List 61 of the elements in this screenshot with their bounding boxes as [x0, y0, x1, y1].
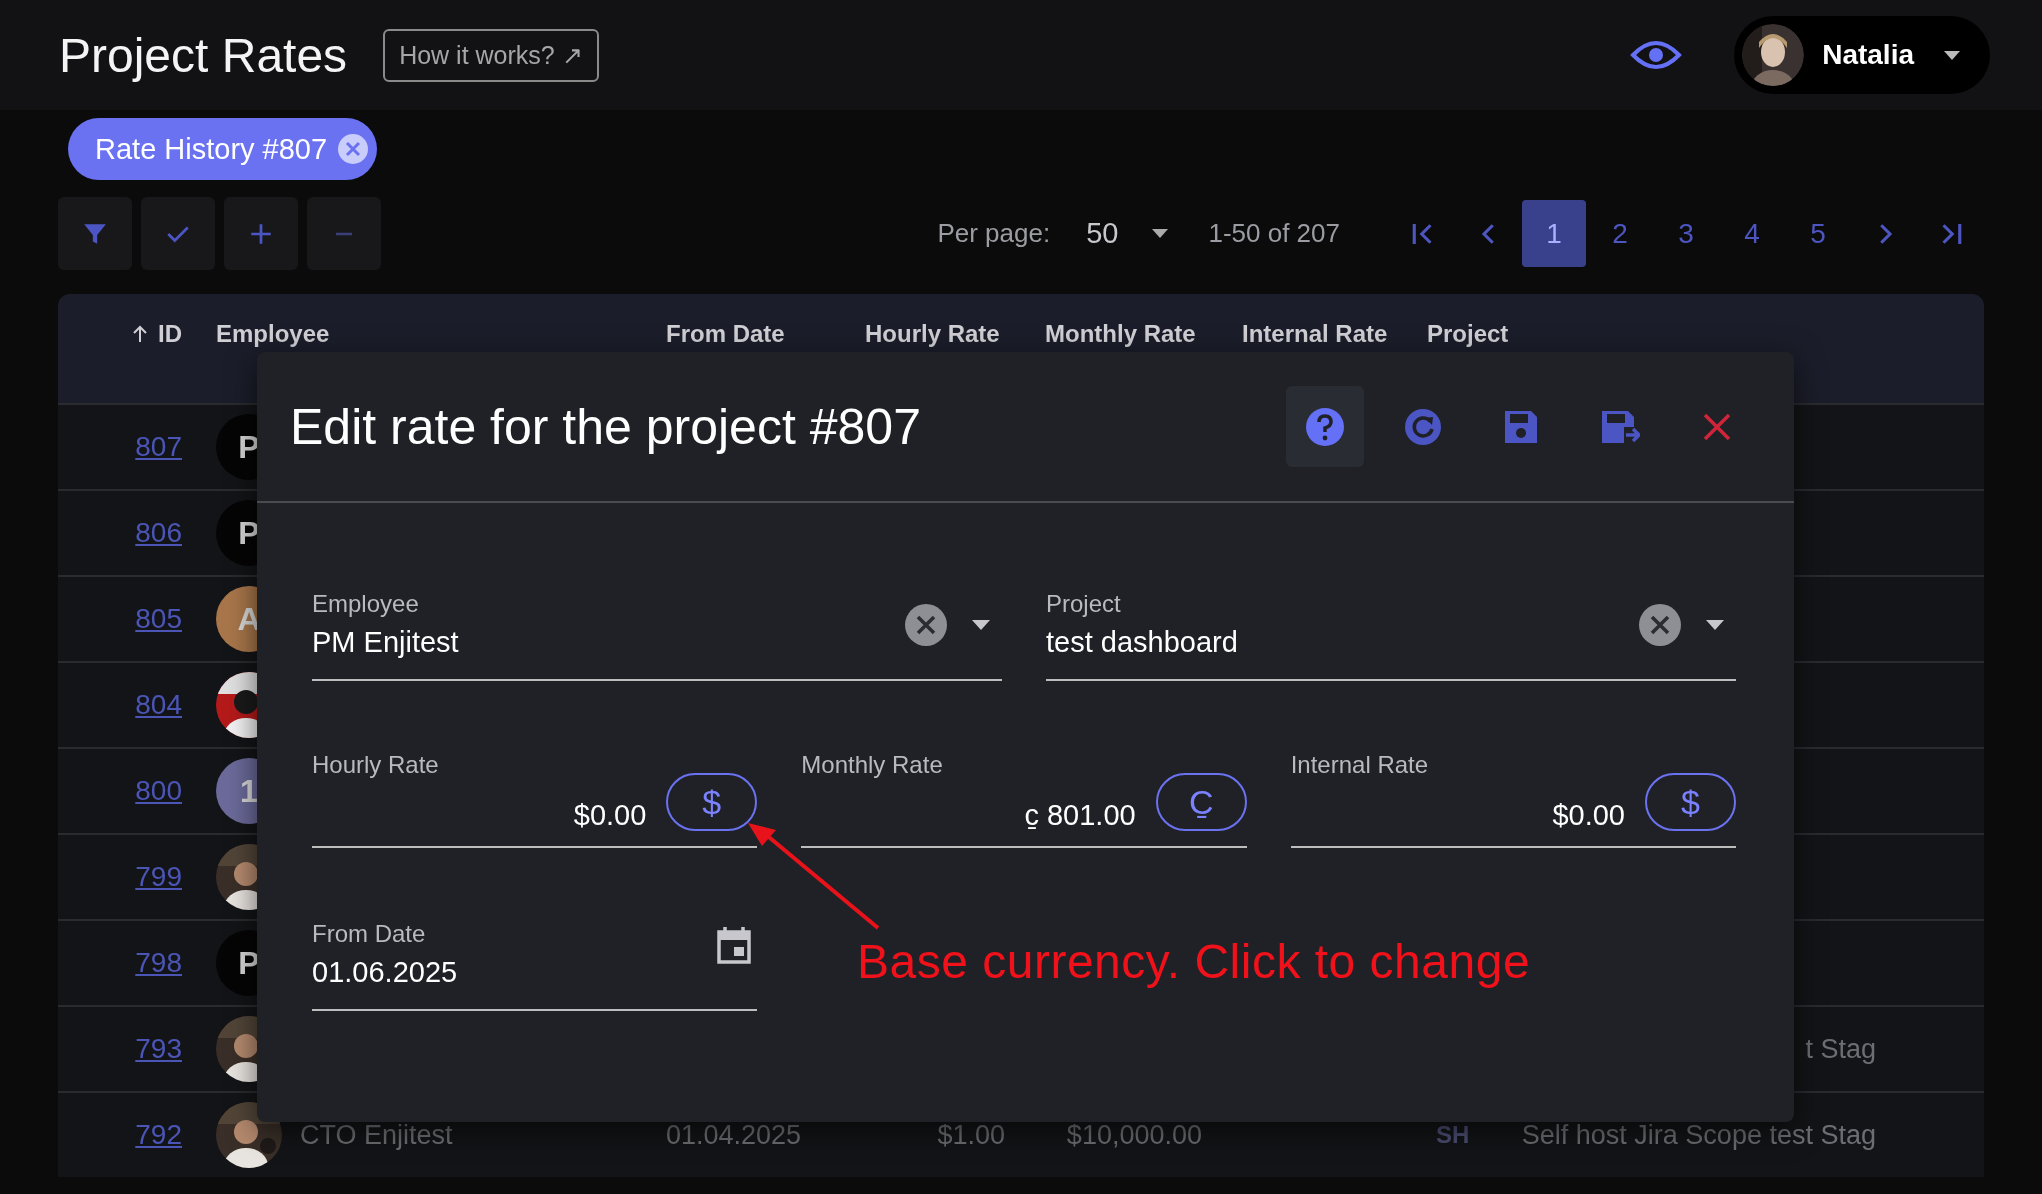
- caret-icon[interactable]: [972, 619, 990, 630]
- caret-icon: [1152, 229, 1169, 238]
- column-header[interactable]: Employee: [216, 320, 330, 348]
- id-link[interactable]: 805: [135, 603, 182, 635]
- page-button[interactable]: 2: [1588, 200, 1652, 267]
- id-link[interactable]: 800: [135, 775, 182, 807]
- column-header[interactable]: From Date: [666, 320, 785, 348]
- user-menu[interactable]: Natalia: [1734, 16, 1990, 94]
- help-icon: [1305, 406, 1345, 447]
- table-cell: t Stag: [1805, 1033, 1876, 1065]
- money-field[interactable]: Internal Rate $0.00 $: [1290, 751, 1736, 848]
- page-button[interactable]: 4: [1720, 200, 1784, 267]
- clear-icon[interactable]: [1638, 602, 1682, 647]
- column-header[interactable]: Internal Rate: [1242, 320, 1388, 348]
- per-page-select[interactable]: 50: [1086, 217, 1169, 250]
- money-field[interactable]: Monthly Rate c̱ 801.00 C̱: [801, 751, 1247, 848]
- caret-icon[interactable]: [1706, 619, 1724, 630]
- column-header[interactable]: ID: [158, 320, 182, 348]
- table-cell: $10,000.00: [1066, 1119, 1202, 1151]
- clear-icon[interactable]: [904, 602, 948, 647]
- per-page-label: Per page:: [937, 218, 1051, 249]
- project-code: SH: [1436, 1121, 1470, 1149]
- page-button[interactable]: 1: [1522, 200, 1586, 267]
- table-cell: $1.00: [937, 1119, 1005, 1151]
- page-title: Project Rates: [59, 27, 348, 83]
- refresh-icon: [1403, 406, 1443, 447]
- help-button[interactable]: [1286, 386, 1364, 467]
- id-link[interactable]: 806: [135, 517, 182, 549]
- id-link[interactable]: 807: [135, 431, 182, 463]
- close-icon[interactable]: [337, 133, 370, 165]
- id-link[interactable]: 798: [135, 947, 182, 979]
- currency-button[interactable]: $: [1645, 773, 1736, 831]
- select-field[interactable]: Employee PM Enjitest: [312, 590, 1002, 681]
- sort-arrow-icon[interactable]: [132, 325, 148, 343]
- id-link[interactable]: 799: [135, 861, 182, 893]
- id-link[interactable]: 792: [135, 1119, 182, 1151]
- close-icon: [1702, 411, 1732, 442]
- annotation-text: Base currency. Click to change: [857, 934, 1531, 989]
- id-link[interactable]: 793: [135, 1033, 182, 1065]
- help-link[interactable]: How it works? ↗: [383, 28, 599, 82]
- caret-icon: [1944, 50, 1960, 60]
- column-header[interactable]: Hourly Rate: [865, 320, 1000, 348]
- column-header[interactable]: Monthly Rate: [1045, 320, 1196, 348]
- table-cell: Self host Jira Scope test Stag: [1521, 1119, 1876, 1151]
- minus-icon: [334, 231, 354, 236]
- filter-chip[interactable]: Rate History #807: [68, 118, 378, 180]
- money-field[interactable]: Hourly Rate $0.00 $: [312, 751, 758, 848]
- page-range: 1-50 of 207: [1208, 218, 1340, 249]
- id-link[interactable]: 804: [135, 689, 182, 721]
- select-field[interactable]: Project test dashboard: [1046, 590, 1736, 681]
- check-button[interactable]: [141, 197, 215, 270]
- currency-button[interactable]: C̱: [1155, 773, 1247, 831]
- page-button[interactable]: 5: [1786, 200, 1850, 267]
- page-button[interactable]: 3: [1654, 200, 1718, 267]
- table-cell: CTO Enjitest: [300, 1119, 453, 1151]
- column-header[interactable]: Project: [1427, 320, 1509, 348]
- filter-button[interactable]: [58, 197, 132, 270]
- calendar-icon[interactable]: [717, 925, 751, 964]
- dialog-title: Edit rate for the project #807: [290, 397, 921, 456]
- table-cell: 01.04.2025: [666, 1119, 802, 1151]
- date-field[interactable]: From Date 01.06.2025: [312, 920, 757, 1011]
